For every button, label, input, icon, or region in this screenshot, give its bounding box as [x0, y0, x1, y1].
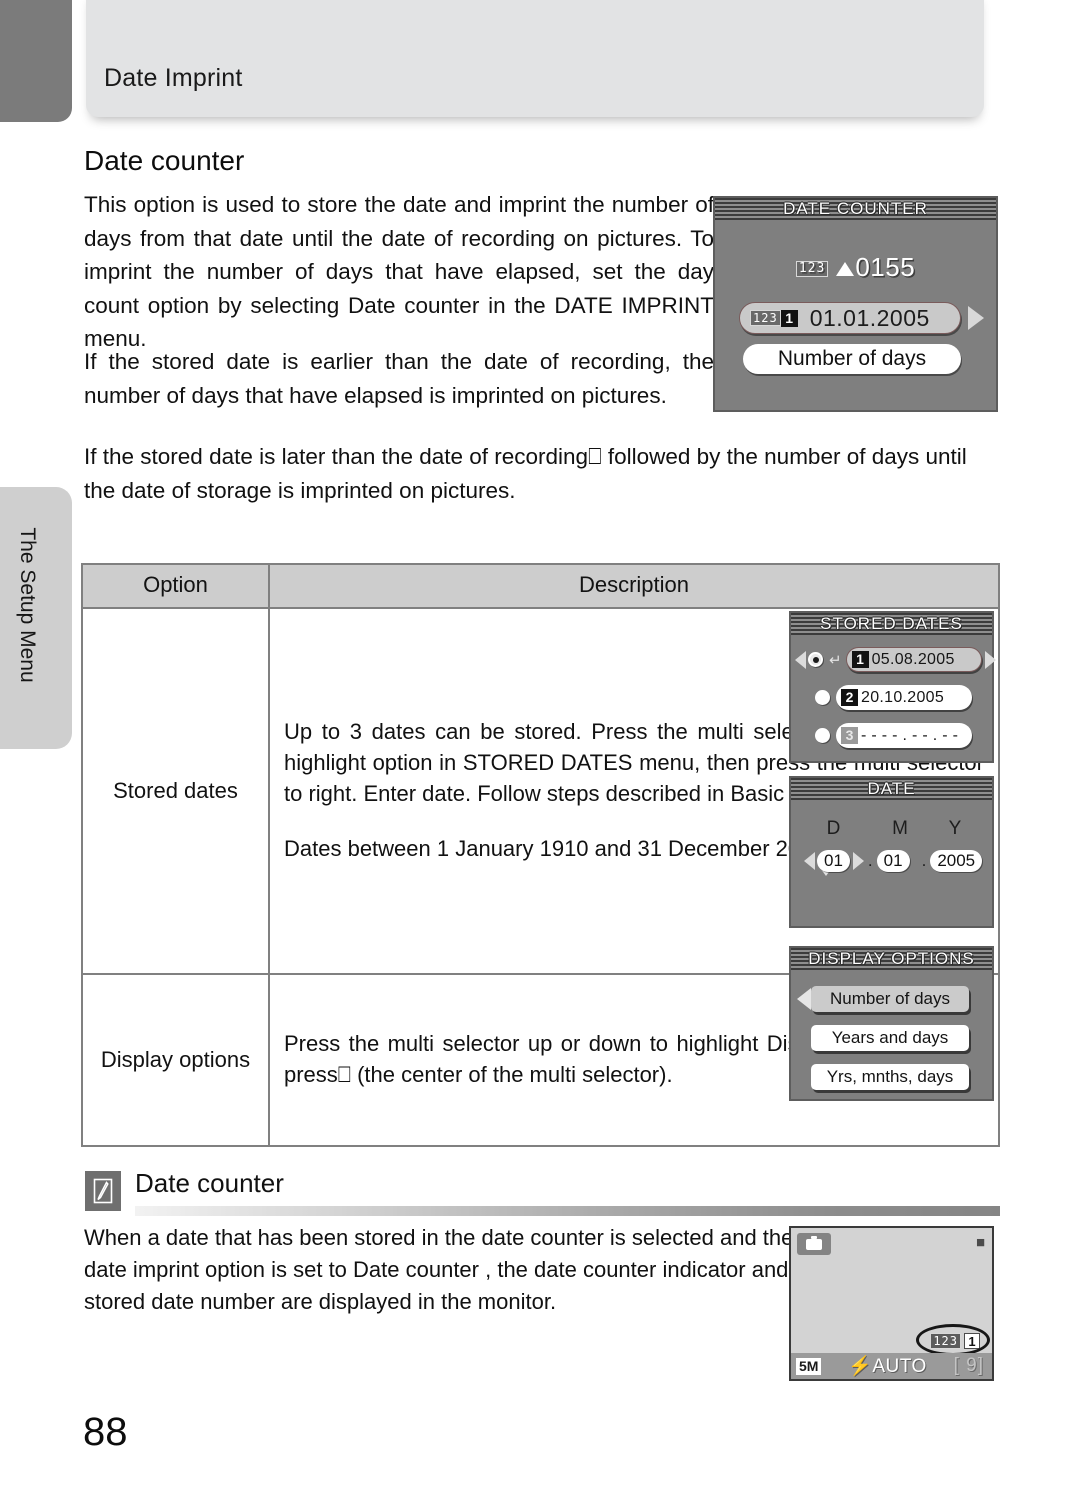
slot-number-badge: 1 [851, 651, 869, 668]
display-option-yrs-mnths-days[interactable]: Yrs, mnths, days [811, 1064, 969, 1090]
chevron-left-icon [795, 650, 806, 669]
table-header-description: Description [268, 563, 1000, 609]
section-heading: Date counter [84, 145, 245, 176]
stored-date-pill[interactable]: 1 05.08.2005 [845, 647, 982, 672]
lcd-title: DISPLAY OPTIONS [808, 949, 975, 968]
image-size-badge: 5M [796, 1357, 822, 1375]
note-title: Date counter [135, 1168, 284, 1198]
day-field[interactable]: 01 [817, 850, 850, 872]
pencil-icon-glyph [93, 1178, 113, 1204]
radio-unselected-icon [815, 690, 830, 705]
table-header-row: Option Description [81, 563, 1000, 609]
highlight-ellipse [916, 1324, 990, 1356]
stored-date-value: 01.01.2005 [809, 304, 930, 331]
stored-date-item-3[interactable]: 3 - - - - . - - . - - [815, 723, 972, 748]
display-option-number-of-days[interactable]: Number of days [811, 986, 969, 1012]
chevron-right-icon [968, 306, 984, 330]
year-field[interactable]: 2005 [930, 850, 983, 872]
stored-date-pill[interactable]: 2 20.10.2005 [836, 685, 972, 710]
note-body: When a date that has been stored in the … [84, 1225, 794, 1314]
header-banner [86, 0, 984, 117]
triangle-up-icon [836, 262, 855, 277]
pencil-icon [85, 1171, 121, 1211]
display-option-years-and-days[interactable]: Years and days [811, 1025, 969, 1051]
date-separator: . [921, 851, 927, 870]
shots-remaining: [ 9] [953, 1355, 984, 1376]
lcd-display-options-screen: DISPLAY OPTIONS Number of days Years and… [789, 946, 994, 1101]
date-entry-fields: 01 . 01 . 2005 [791, 850, 992, 872]
lcd-date-counter-screen: DATE COUNTER 123 0155 123 1 01.01.2005 Nu… [713, 196, 998, 412]
body-paragraph-3: If the stored date is later than the dat… [84, 444, 967, 503]
lcd-camera-monitor: ■ 123 1 5M ⚡AUTO [ 9] [789, 1226, 994, 1381]
slot-number-badge: 2 [841, 689, 858, 706]
stored-date-value: - - - - . - - . - - [861, 726, 959, 744]
stored-date-value: 05.08.2005 [871, 650, 955, 668]
page-title: Date Imprint [104, 64, 243, 92]
battery-icon: ■ [975, 1234, 985, 1251]
chapter-tab: The Setup Menu [0, 487, 72, 749]
manual-page: Date Imprint The Setup Menu Date counter… [0, 0, 1080, 1486]
lcd-titlebar: STORED DATES [791, 613, 992, 635]
lcd-titlebar: DISPLAY OPTIONS [791, 948, 992, 970]
monitor-status-bar: 5M ⚡AUTO [ 9] [791, 1353, 992, 1379]
camera-icon [806, 1235, 822, 1250]
column-label-year: Y [948, 818, 962, 839]
slot-number-badge: 3 [841, 727, 858, 744]
radio-selected-icon [808, 652, 823, 667]
flash-mode-label: ⚡AUTO [848, 1356, 927, 1377]
slot-number-badge: 1 [780, 309, 798, 327]
lcd-titlebar: DATE COUNTER [715, 198, 996, 220]
column-label-month: M [892, 818, 908, 839]
date-counter-icon: 123 [795, 261, 829, 278]
option-name-stored-dates: Stored dates [81, 607, 270, 975]
radio-unselected-icon [815, 728, 830, 743]
date-counter-icon: 123 [750, 310, 781, 326]
stored-date-item-2[interactable]: 2 20.10.2005 [815, 685, 972, 710]
month-field[interactable]: 01 [876, 850, 910, 872]
date-counter-readout: 123 0155 [715, 252, 996, 283]
chevron-left-icon[interactable] [804, 852, 815, 870]
stored-date-row[interactable]: 123 1 01.01.2005 [739, 302, 961, 334]
lcd-title: DATE [867, 779, 916, 798]
corner-tab [0, 0, 72, 122]
body-paragraph-2: If the stored date is earlier than the d… [84, 349, 714, 408]
table-header-option: Option [81, 563, 270, 609]
enter-arrow-icon: ↵ [829, 651, 842, 669]
chevron-right-icon [984, 650, 996, 669]
stored-date-value: 20.10.2005 [861, 688, 945, 706]
date-counter-value: 0155 [855, 252, 916, 282]
note-divider [135, 1206, 1000, 1216]
lcd-date-entry-screen: DATE D M Y 01 . 01 . 2005 [789, 776, 994, 928]
option-name-display-options: Display options [81, 973, 270, 1147]
shooting-mode-icon [797, 1233, 831, 1255]
stored-date-item-1[interactable]: ↵ 1 05.08.2005 [795, 647, 996, 672]
lcd-title: STORED DATES [820, 614, 963, 633]
display-option-value: Number of days [743, 344, 961, 374]
chevron-left-icon [797, 988, 811, 1010]
lcd-titlebar: DATE [791, 778, 992, 800]
date-separator: . [867, 851, 873, 870]
chevron-right-icon[interactable] [852, 852, 864, 870]
chapter-tab-label: The Setup Menu [16, 527, 39, 683]
triangle-down-icon[interactable] [818, 865, 834, 894]
page-number: 88 [83, 1410, 128, 1454]
body-paragraph-1: This option is used to store the date an… [84, 192, 714, 351]
lcd-title: DATE COUNTER [783, 199, 928, 218]
stored-date-pill[interactable]: 3 - - - - . - - . - - [836, 723, 972, 748]
lcd-stored-dates-screen: STORED DATES ↵ 1 05.08.2005 2 20.10.2005… [789, 611, 996, 763]
